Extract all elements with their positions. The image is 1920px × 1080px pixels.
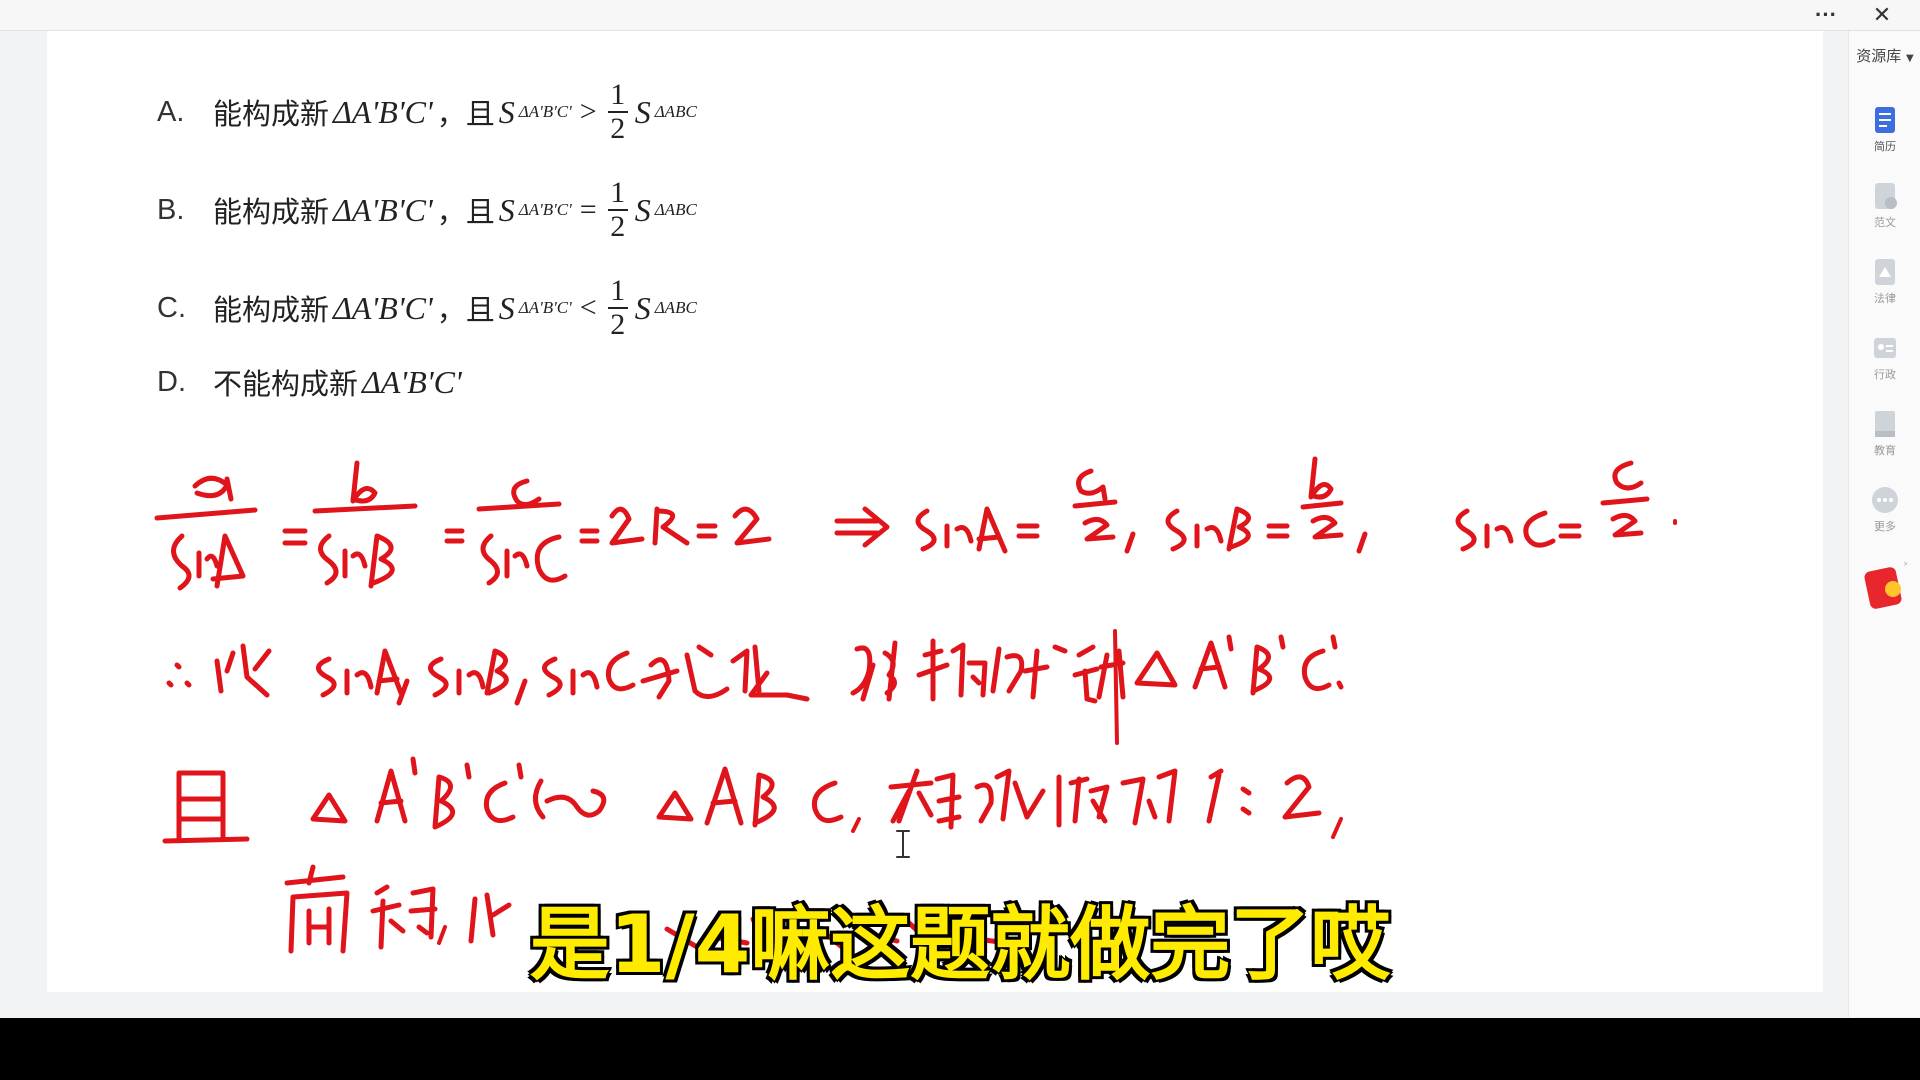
sidebar-item-law[interactable]: 法律: [1849, 257, 1920, 306]
more-icon: [1872, 487, 1898, 513]
resource-library-label: 资源库: [1856, 47, 1902, 65]
sample-essay-icon: [1875, 183, 1897, 209]
dropdown-caret-icon: ▼: [1906, 53, 1914, 64]
sidebar-item-sample-essay[interactable]: 范文: [1849, 181, 1920, 230]
red-envelope-promo[interactable]: ×: [1863, 559, 1909, 611]
text-cursor: [896, 830, 910, 858]
red-envelope-icon: ×: [1864, 559, 1909, 609]
title-bar: ··· ✕: [0, 0, 1920, 31]
handwriting-layer: [154, 456, 1677, 954]
sidebar-item-resume[interactable]: 简历: [1849, 105, 1920, 154]
sidebar-item-label: 行政: [1874, 368, 1896, 381]
law-icon: [1875, 259, 1895, 285]
sidebar-item-label: 教育: [1874, 444, 1896, 457]
svg-text:×: ×: [1903, 559, 1907, 570]
handwritten-line-1: [154, 456, 1677, 591]
handwritten-line-3: [162, 756, 1343, 844]
sidebar-item-label: 更多: [1874, 520, 1896, 533]
close-button[interactable]: ✕: [1860, 0, 1904, 30]
sidebar-item-label: 简历: [1874, 140, 1896, 153]
video-letterbox-bar: [0, 1018, 1920, 1080]
sidebar-item-education[interactable]: 教育: [1849, 409, 1920, 458]
sidebar-item-admin[interactable]: 行政: [1849, 333, 1920, 382]
admin-icon: [1874, 338, 1896, 358]
resource-library-tab[interactable]: 资源库 ▼: [1849, 45, 1920, 66]
resume-icon: [1875, 107, 1895, 133]
document-page: A. 能构成新 ΔA'B'C' ，且 S ΔA'B'C' > 12 S ΔABC B…: [47, 31, 1823, 992]
sidebar-item-more[interactable]: 更多: [1849, 485, 1920, 534]
education-icon: [1875, 411, 1895, 437]
resource-side-panel: 资源库 ▼ 简历 范文 法律 行政 教育 更多 ×: [1848, 31, 1920, 1017]
handwritten-line-2: [166, 629, 1344, 745]
video-subtitle: 是1/4嘛这题就做完了哎: [528, 897, 1392, 993]
more-options-button[interactable]: ···: [1804, 0, 1848, 30]
sidebar-item-label: 范文: [1874, 216, 1896, 229]
sidebar-item-label: 法律: [1874, 292, 1896, 305]
